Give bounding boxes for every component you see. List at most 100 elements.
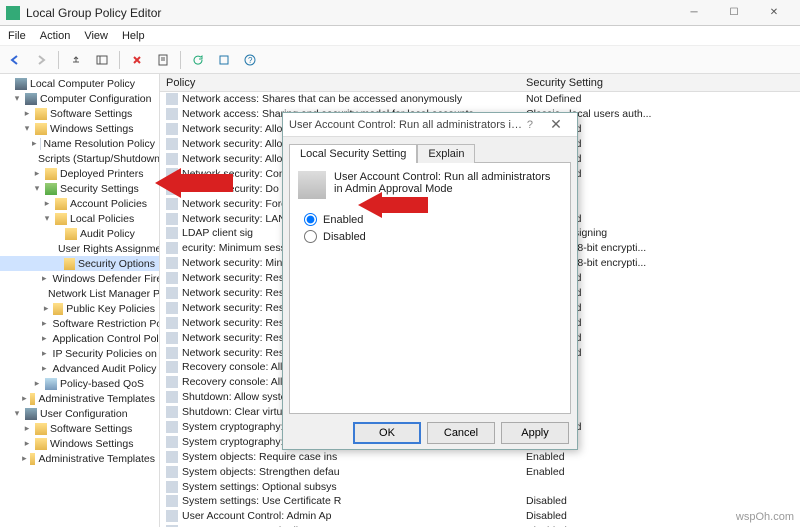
tree-label: Deployed Printers [60,168,143,180]
tree-icon [65,228,77,240]
radio-enabled-input[interactable] [304,213,317,226]
tree-expand-icon[interactable]: ▸ [42,363,47,374]
menu-action[interactable]: Action [40,30,71,42]
properties-button[interactable] [152,49,174,71]
tree-node[interactable]: Network List Manager Policies [0,286,159,301]
up-button[interactable] [65,49,87,71]
column-policy[interactable]: Policy [160,77,520,89]
list-item[interactable]: Network access: Shares that can be acces… [160,92,800,107]
tree-node[interactable]: ▾ Security Settings [0,181,159,196]
dialog-close-button[interactable]: ✕ [541,116,571,133]
minimize-button[interactable]: ─ [674,1,714,25]
tree-node[interactable]: Local Computer Policy [0,76,159,91]
delete-button[interactable] [126,49,148,71]
policy-icon [166,317,178,329]
tree-node[interactable]: ▸Software Settings [0,106,159,121]
navigation-tree[interactable]: Local Computer Policy▾Computer Configura… [0,74,160,527]
tree-node[interactable]: ▸Windows Defender Firewall with [0,271,159,286]
tree-expand-icon[interactable]: ▾ [12,408,22,419]
tree-node[interactable]: ▸ Policy-based QoS [0,376,159,391]
tree-node[interactable]: ▾Computer Configuration [0,91,159,106]
tree-label: Windows Settings [50,123,133,135]
tree-expand-icon[interactable]: ▸ [42,348,47,359]
list-item[interactable]: System objects: Strengthen defauEnabled [160,464,800,479]
tree-label: Policy-based QoS [60,378,144,390]
refresh-button[interactable] [187,49,209,71]
tree-node[interactable]: Audit Policy [0,226,159,241]
radio-enabled[interactable]: Enabled [304,213,562,226]
tab-explain[interactable]: Explain [417,144,475,163]
tree-node[interactable]: ▸Advanced Audit Policy Config [0,361,159,376]
tree-expand-icon[interactable]: ▸ [22,423,32,434]
tree-node[interactable]: ▸Public Key Policies [0,301,159,316]
policy-name: User Account Control: Admin Ap [182,510,331,522]
dialog-title: User Account Control: Run all administra… [289,119,527,131]
export-button[interactable] [213,49,235,71]
column-security-setting[interactable]: Security Setting [520,77,800,89]
tree-expand-icon[interactable]: ▾ [32,183,42,194]
tree-node[interactable]: ▸Administrative Templates [0,451,159,466]
tree-expand-icon[interactable]: ▸ [42,198,52,209]
tree-node[interactable]: ▸Account Policies [0,196,159,211]
tree-node[interactable]: ▾User Configuration [0,406,159,421]
tree-node[interactable]: Security Options [0,256,159,271]
dialog-help-button[interactable]: ? [527,119,533,131]
tree-expand-icon[interactable]: ▾ [42,213,52,224]
tree-expand-icon[interactable]: ▾ [22,123,32,134]
cancel-button[interactable]: Cancel [427,422,495,444]
tree-expand-icon[interactable]: ▸ [42,333,47,344]
tree-node[interactable]: ▸Application Control Policies [0,331,159,346]
tree-expand-icon[interactable]: ▸ [22,438,32,449]
tree-label: Security Settings [60,183,139,195]
list-item[interactable]: User Account Control: Admin ApDisabled [160,509,800,524]
tree-expand-icon[interactable]: ▸ [22,108,32,119]
menu-view[interactable]: View [84,30,108,42]
tree-expand-icon[interactable]: ▸ [42,318,47,329]
policy-setting: Enabled [520,451,800,463]
policy-icon [166,406,178,418]
tree-node[interactable]: User Rights Assignment [0,241,159,256]
help-button[interactable]: ? [239,49,261,71]
menu-help[interactable]: Help [122,30,145,42]
radio-disabled-label: Disabled [323,231,366,243]
radio-enabled-label: Enabled [323,214,363,226]
maximize-button[interactable]: ☐ [714,1,754,25]
close-button[interactable]: ✕ [754,1,794,25]
show-hide-tree-button[interactable] [91,49,113,71]
apply-button[interactable]: Apply [501,422,569,444]
tree-icon [25,93,37,105]
tab-local-security-setting[interactable]: Local Security Setting [289,144,417,163]
radio-disabled-input[interactable] [304,230,317,243]
tree-node[interactable]: ▸Software Settings [0,421,159,436]
list-item[interactable]: System settings: Optional subsys [160,479,800,494]
properties-dialog: User Account Control: Run all administra… [282,112,578,450]
tree-node[interactable]: ▸Name Resolution Policy [0,136,159,151]
radio-disabled[interactable]: Disabled [304,230,562,243]
tree-expand-icon[interactable]: ▸ [32,168,42,179]
dialog-title-bar[interactable]: User Account Control: Run all administra… [283,113,577,137]
tree-node[interactable]: ▾Local Policies [0,211,159,226]
window-title: Local Group Policy Editor [26,6,674,20]
tree-node[interactable]: ▾ Windows Settings [0,121,159,136]
menu-file[interactable]: File [8,30,26,42]
tree-expand-icon[interactable]: ▾ [12,93,22,104]
forward-button[interactable] [30,49,52,71]
tree-node[interactable]: ▸Windows Settings [0,436,159,451]
tree-expand-icon[interactable]: ▸ [32,378,42,389]
tree-node[interactable]: ▸Software Restriction Policies [0,316,159,331]
tree-expand-icon[interactable]: ▸ [42,273,47,284]
tree-expand-icon[interactable]: ▸ [22,453,27,464]
ok-button[interactable]: OK [353,422,421,444]
back-button[interactable] [4,49,26,71]
policy-icon [166,347,178,359]
tree-node[interactable]: ▸Administrative Templates [0,391,159,406]
tree-expand-icon[interactable]: ▸ [42,303,50,314]
tree-node[interactable]: ▸IP Security Policies on Local C [0,346,159,361]
menu-bar: File Action View Help [0,26,800,46]
tree-node[interactable]: Scripts (Startup/Shutdown) [0,151,159,166]
tree-expand-icon[interactable]: ▸ [32,138,37,149]
tree-node[interactable]: ▸ Deployed Printers [0,166,159,181]
list-item[interactable]: System settings: Use Certificate RDisabl… [160,494,800,509]
tree-expand-icon[interactable]: ▸ [22,393,27,404]
policy-name: System settings: Optional subsys [182,481,337,493]
